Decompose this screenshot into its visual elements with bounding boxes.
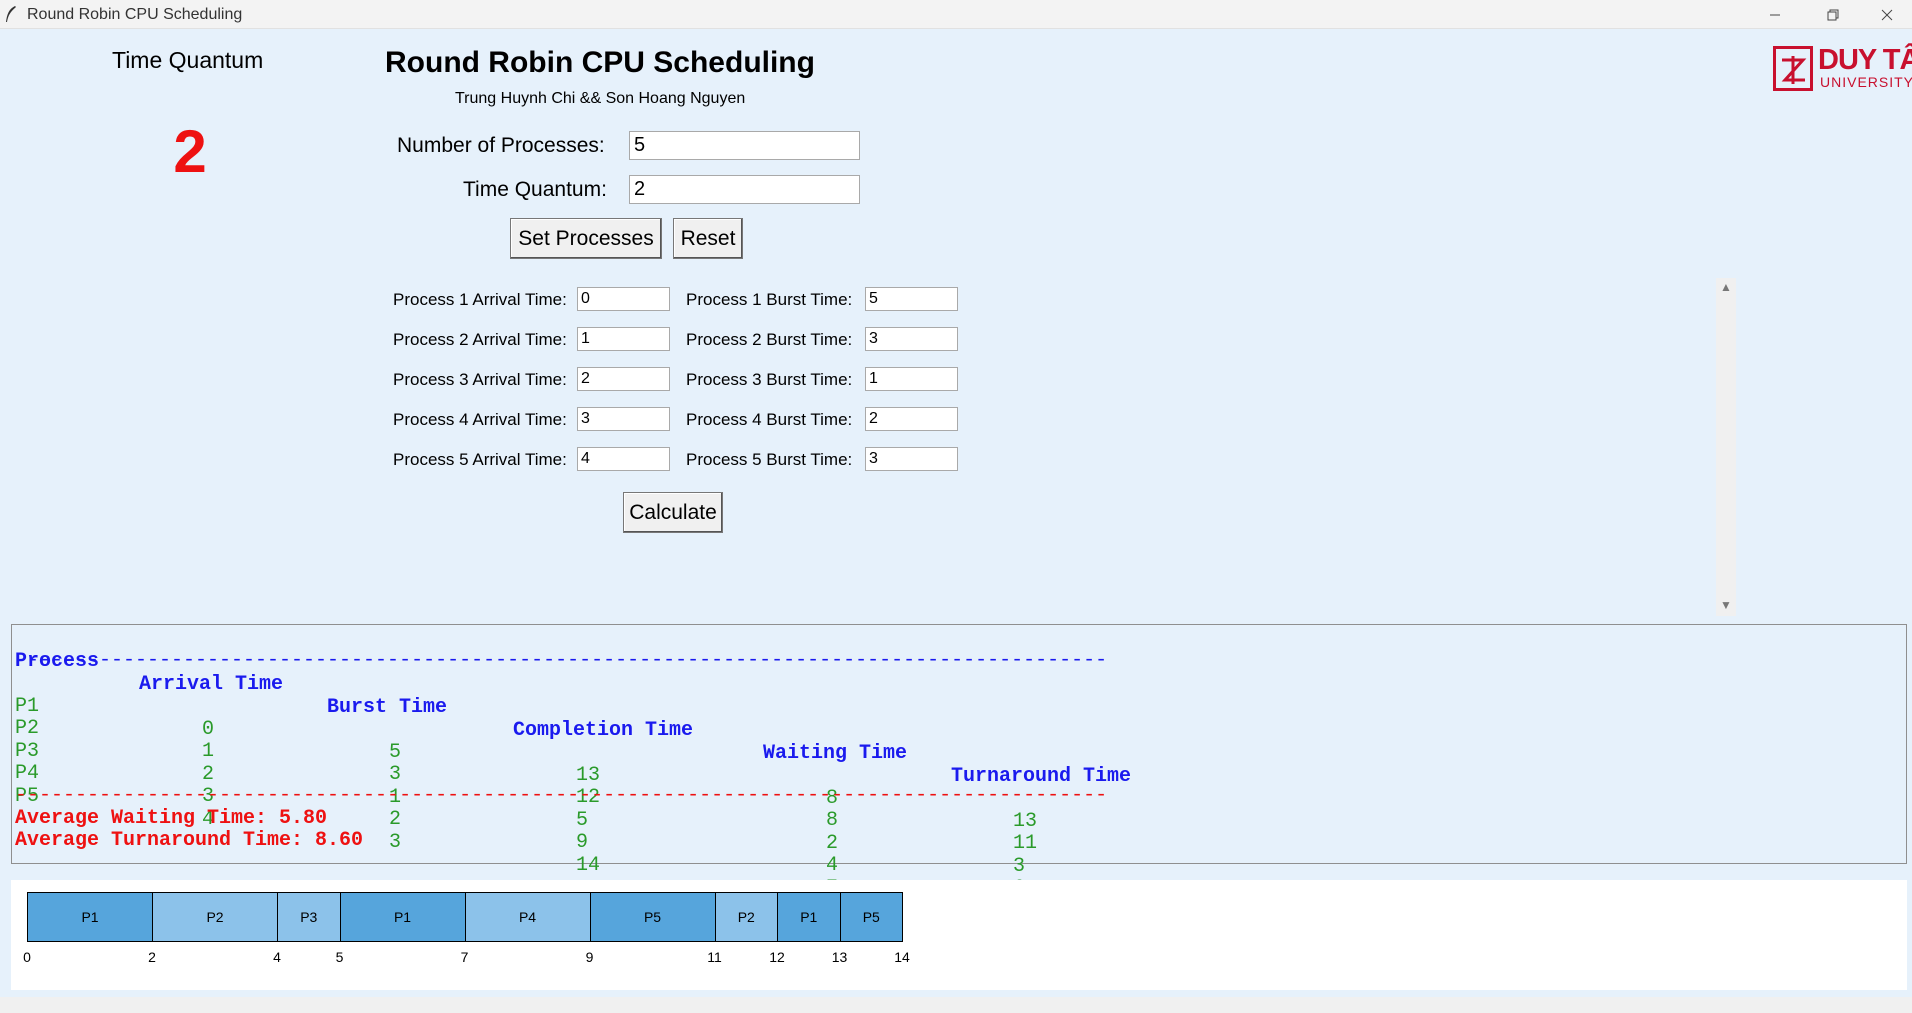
- p5-burst-label: Process 5 Burst Time:: [686, 450, 853, 469]
- reset-button[interactable]: Reset: [673, 218, 743, 259]
- time-quantum-label: Time Quantum:: [463, 178, 607, 201]
- feather-icon: [6, 6, 16, 22]
- num-processes-label: Number of Processes:: [397, 134, 605, 157]
- scroll-up-icon[interactable]: ▲: [1716, 280, 1736, 294]
- gantt-segment-p5: P5: [839, 892, 903, 942]
- time-quantum-display-label: Time Quantum: [112, 47, 264, 73]
- gantt-segment-p4: P4: [464, 892, 591, 942]
- cell-turnaround: 13: [1013, 810, 1038, 833]
- p5-burst-input[interactable]: [865, 447, 958, 471]
- table-row: P4 3 2 9 4 6: [15, 739, 1215, 900]
- gantt-tick-label: 12: [769, 949, 785, 965]
- p5-arrival-label: Process 5 Arrival Time:: [393, 450, 567, 469]
- cell-turnaround: 11: [1013, 832, 1038, 855]
- gantt-segment-p1: P1: [27, 892, 153, 942]
- page-title: Round Robin CPU Scheduling: [385, 46, 815, 79]
- window-titlebar: Round Robin CPU Scheduling: [0, 0, 1912, 29]
- cell-burst: 3: [389, 831, 402, 854]
- cell-completion: 14: [576, 854, 601, 877]
- set-processes-button[interactable]: Set Processes: [510, 218, 662, 259]
- window-title: Round Robin CPU Scheduling: [27, 6, 243, 23]
- logo-name: DUY TÂN: [1818, 44, 1912, 76]
- separator-bottom: ----------------------------------------…: [15, 784, 1108, 807]
- cell-burst: 2: [389, 808, 402, 831]
- p4-burst-input[interactable]: [865, 407, 958, 431]
- gantt-tick-label: 14: [894, 949, 910, 965]
- p5-arrival-input[interactable]: [577, 447, 670, 471]
- table-row: P3 2 1 5 2 3: [15, 717, 1215, 878]
- p2-arrival-input[interactable]: [577, 327, 670, 351]
- gantt-segment-p2: P2: [152, 892, 278, 942]
- close-icon[interactable]: [1858, 0, 1912, 29]
- horizontal-scrollbar[interactable]: [0, 997, 1912, 1013]
- p4-burst-label: Process 4 Burst Time:: [686, 410, 853, 429]
- p2-arrival-label: Process 2 Arrival Time:: [393, 330, 567, 349]
- gantt-segment-p5: P5: [589, 892, 716, 942]
- logo-mark-icon: [1773, 46, 1813, 91]
- table-row: P5 4 3 14 7 10: [15, 762, 1215, 923]
- gantt-tick-label: 2: [148, 949, 156, 965]
- time-quantum-display-value: 2: [173, 118, 207, 185]
- gantt-chart: P1 P2 P3 P1 P4 P5 P2 P1 P5 0 2 4 5 7 9 11 12 13 14: [11, 880, 1907, 990]
- logo-subtitle: UNIVERSITY: [1820, 74, 1912, 90]
- calculate-button[interactable]: Calculate: [623, 492, 723, 533]
- scroll-down-icon[interactable]: ▼: [1716, 598, 1736, 612]
- results-header: Process Arrival Time Burst Time Completi…: [15, 627, 1215, 788]
- gantt-segment-p3: P3: [277, 892, 341, 942]
- gantt-tick-label: 0: [23, 949, 31, 965]
- process-input-panel: Process 1 Arrival Time: Process 1 Burst …: [385, 278, 1730, 612]
- gantt-tick-label: 7: [460, 949, 469, 965]
- p1-arrival-input[interactable]: [577, 287, 670, 311]
- results-output: Process Arrival Time Burst Time Completi…: [11, 624, 1907, 923]
- cell-waiting: 2: [826, 832, 839, 855]
- cell-waiting: 4: [826, 854, 839, 877]
- gantt-tick-label: 11: [707, 949, 722, 965]
- restore-icon[interactable]: [1804, 0, 1862, 29]
- p2-burst-label: Process 2 Burst Time:: [686, 330, 853, 349]
- p3-arrival-label: Process 3 Arrival Time:: [393, 370, 567, 389]
- table-row: P2 1 3 12 8 11: [15, 694, 1215, 855]
- average-waiting-time: Average Waiting Time: 5.80: [15, 807, 328, 830]
- minimize-icon[interactable]: [1746, 0, 1804, 29]
- separator-top: ----------------------------------------…: [15, 649, 1108, 672]
- p2-burst-input[interactable]: [865, 327, 958, 351]
- p3-burst-label: Process 3 Burst Time:: [686, 370, 853, 389]
- cell-waiting: 8: [826, 809, 839, 832]
- cell-turnaround: 3: [1013, 855, 1026, 878]
- gantt-tick-label: 5: [335, 949, 344, 965]
- p1-burst-label: Process 1 Burst Time:: [686, 290, 853, 309]
- table-row: P1 0 5 13 8 13: [15, 672, 1215, 833]
- gantt-segment-p1: P1: [777, 892, 841, 942]
- p3-arrival-input[interactable]: [577, 367, 670, 391]
- cell-completion: 5: [576, 809, 589, 832]
- cell-completion: 9: [576, 831, 589, 854]
- p1-burst-input[interactable]: [865, 287, 958, 311]
- p4-arrival-input[interactable]: [577, 407, 670, 431]
- time-quantum-input[interactable]: [629, 175, 860, 204]
- gantt-tick-label: 13: [831, 949, 848, 965]
- process-panel-scrollbar[interactable]: ▲ ▼: [1716, 278, 1736, 616]
- gantt-segment-p2: P2: [714, 892, 778, 942]
- gantt-tick-label: 9: [585, 949, 594, 965]
- num-processes-input[interactable]: [629, 131, 860, 160]
- gantt-segment-p1: P1: [339, 892, 466, 942]
- p3-burst-input[interactable]: [865, 367, 958, 391]
- p4-arrival-label: Process 4 Arrival Time:: [393, 410, 567, 429]
- authors-subtitle: Trung Huynh Chi && Son Hoang Nguyen: [455, 90, 746, 107]
- average-turnaround-time: Average Turnaround Time: 8.60: [15, 829, 364, 852]
- p1-arrival-label: Process 1 Arrival Time:: [393, 290, 567, 309]
- gantt-tick-label: 4: [273, 949, 281, 965]
